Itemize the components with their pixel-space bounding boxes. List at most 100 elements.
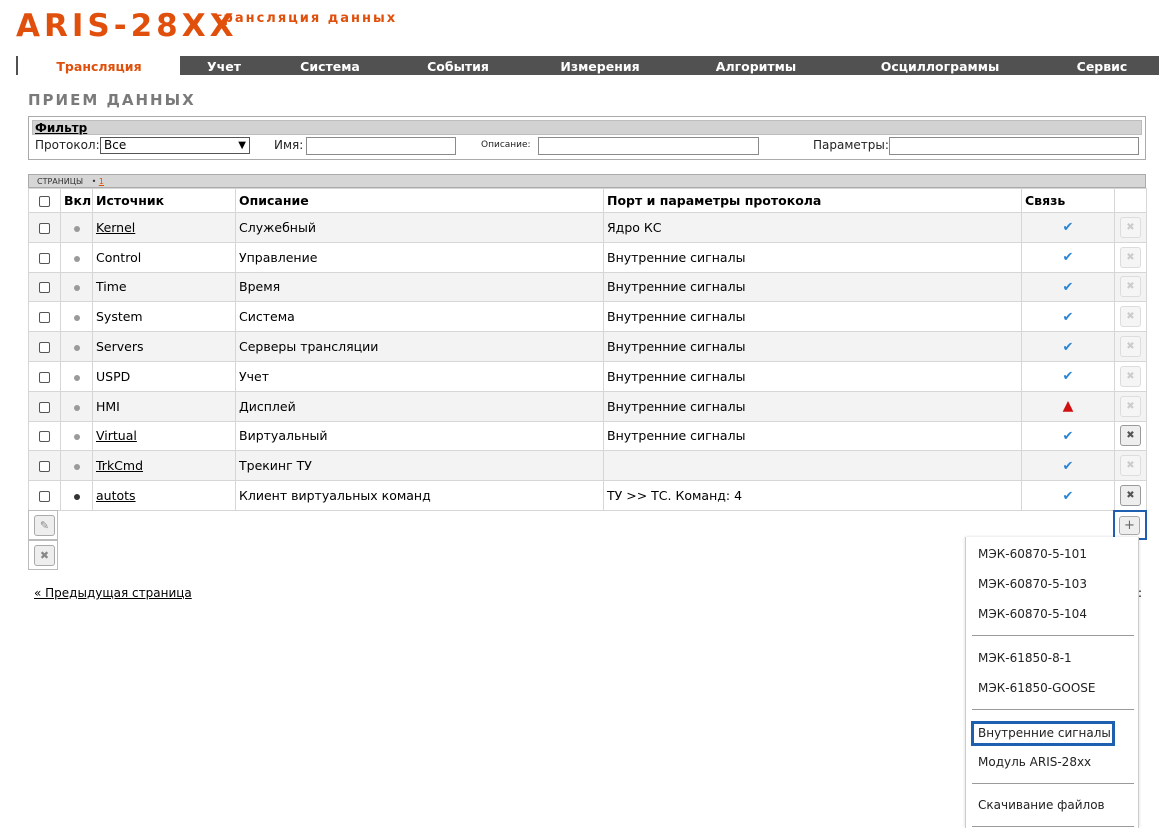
delete-row-button: ✖ — [1120, 306, 1141, 328]
desc-input[interactable] — [538, 137, 759, 155]
add-source-button[interactable]: + — [1119, 516, 1140, 535]
filter-title[interactable]: Фильтр — [35, 121, 87, 135]
page-link-1[interactable]: 1 — [99, 177, 104, 186]
row-link-status: ✔ — [1021, 331, 1115, 362]
close-icon: ✖ — [39, 549, 50, 562]
source-name[interactable]: autots — [96, 488, 136, 503]
delete-row-button: ✖ — [1120, 365, 1141, 387]
close-icon: ✖ — [1126, 400, 1135, 412]
add-source-button-frame: + — [1113, 510, 1147, 540]
source-name: Time — [96, 279, 127, 295]
row-source-cell: TrkCmd — [92, 450, 236, 482]
row-action-cell: ✖ — [1114, 331, 1147, 362]
table-body: Kernel Служебный Ядро КС ✔ ✖ Control Управлени… — [28, 212, 1147, 511]
enabled-indicator — [73, 404, 80, 411]
menu-item-iec-101[interactable]: МЭК-60870-5-101 — [978, 547, 1087, 561]
prev-page-link[interactable]: « Предыдущая страница — [34, 586, 192, 600]
protocol-label: Протокол: — [35, 138, 100, 152]
row-port: Внутренние сигналы — [603, 360, 1022, 392]
source-name[interactable]: Virtual — [96, 428, 137, 443]
menu-item-internal-signals[interactable]: Внутренние сигналы — [978, 726, 1111, 740]
row-link-status: ✔ — [1021, 241, 1115, 273]
row-port: Внутренние сигналы — [603, 390, 1022, 422]
nav-tab-system[interactable]: Система — [278, 56, 382, 75]
row-source-cell: System — [92, 301, 236, 333]
row-action-cell: ✖ — [1114, 301, 1147, 333]
menu-item-file-download[interactable]: Скачивание файлов — [978, 798, 1105, 812]
menu-item-iec-103[interactable]: МЭК-60870-5-103 — [978, 577, 1087, 591]
params-input[interactable] — [889, 137, 1139, 155]
delete-row-button[interactable]: ✖ — [1120, 485, 1141, 507]
params-label: Параметры: — [813, 138, 889, 152]
row-action-cell: ✖ — [1114, 360, 1147, 392]
row-source-cell: Servers — [92, 331, 236, 362]
brand-logo: ARIS-28XX — [16, 8, 238, 44]
source-name[interactable]: Kernel — [96, 220, 135, 235]
row-checkbox[interactable] — [39, 491, 50, 503]
chevron-down-icon: ▼ — [238, 140, 246, 151]
enabled-indicator — [73, 285, 80, 292]
menu-item-aris-module[interactable]: Модуль ARIS-28xx — [978, 755, 1091, 769]
select-all-checkbox[interactable] — [39, 196, 50, 207]
name-input[interactable] — [306, 137, 456, 155]
nav-tab-algorithms[interactable]: Алгоритмы — [696, 56, 816, 75]
row-checkbox[interactable] — [39, 282, 50, 294]
table-row: HMI Дисплей Внутренние сигналы ▲ ✖ — [28, 390, 1147, 422]
row-select-cell — [28, 301, 61, 333]
row-description: Дисплей — [235, 390, 604, 422]
source-name[interactable]: TrkCmd — [96, 458, 143, 473]
nav-tab-service[interactable]: Сервис — [1056, 56, 1148, 75]
row-checkbox[interactable] — [39, 401, 50, 413]
row-checkbox[interactable] — [39, 431, 50, 443]
check-icon: ✔ — [1062, 458, 1074, 474]
row-enabled-cell — [60, 271, 93, 303]
row-checkbox[interactable] — [39, 461, 50, 473]
row-select-cell — [28, 450, 61, 482]
row-port: Внутренние сигналы — [603, 301, 1022, 333]
row-checkbox[interactable] — [39, 342, 50, 354]
row-description: Серверы трансляции — [235, 331, 604, 362]
row-checkbox[interactable] — [39, 312, 50, 324]
col-source: Источник — [92, 188, 236, 213]
row-enabled-cell — [60, 241, 93, 273]
row-checkbox[interactable] — [39, 371, 50, 383]
protocol-select[interactable]: Все ▼ — [100, 137, 250, 154]
menu-item-iec-goose[interactable]: МЭК-61850-GOOSE — [978, 681, 1095, 695]
check-icon: ✔ — [1062, 488, 1074, 504]
filter-header[interactable]: Фильтр — [32, 120, 1142, 135]
table-row: Control Управление Внутренние сигналы ✔ ✖ — [28, 241, 1147, 273]
row-link-status: ✔ — [1021, 271, 1115, 303]
delete-selected-button[interactable]: ✖ — [34, 545, 55, 566]
table-row: Kernel Служебный Ядро КС ✔ ✖ — [28, 212, 1147, 243]
row-action-cell: ✖ — [1114, 480, 1147, 511]
menu-item-iec-61850-8-1[interactable]: МЭК-61850-8-1 — [978, 651, 1072, 665]
row-action-cell: ✖ — [1114, 241, 1147, 273]
menu-item-iec-104[interactable]: МЭК-60870-5-104 — [978, 607, 1087, 621]
nav-tab-translation[interactable]: Трансляция — [18, 56, 180, 75]
row-checkbox[interactable] — [39, 252, 50, 264]
row-checkbox[interactable] — [39, 222, 50, 234]
nav-tab-events[interactable]: События — [406, 56, 510, 75]
row-action-cell: ✖ — [1114, 271, 1147, 303]
close-icon: ✖ — [1126, 221, 1135, 233]
row-link-status: ✔ — [1021, 480, 1115, 511]
enabled-indicator — [73, 464, 80, 471]
nav-tab-accounting[interactable]: Учет — [186, 56, 262, 75]
brand-subtitle: трансляция данных — [214, 11, 398, 26]
delete-row-button: ✖ — [1120, 455, 1141, 477]
enabled-indicator — [73, 374, 80, 381]
row-port: Ядро КС — [603, 212, 1022, 243]
col-port: Порт и параметры протокола — [603, 188, 1022, 213]
table-row: System Система Внутренние сигналы ✔ ✖ — [28, 301, 1147, 333]
plus-icon: + — [1124, 518, 1135, 533]
row-enabled-cell — [60, 450, 93, 482]
row-action-cell: ✖ — [1114, 212, 1147, 243]
nav-tab-measurements[interactable]: Измерения — [540, 56, 660, 75]
check-icon: ✔ — [1062, 220, 1074, 236]
nav-tab-oscillograms[interactable]: Осциллограммы — [866, 56, 1014, 75]
edit-button-cell: ✎ — [28, 510, 58, 540]
delete-row-button[interactable]: ✖ — [1120, 425, 1141, 447]
select-all-cell — [28, 188, 61, 213]
edit-button[interactable]: ✎ — [34, 515, 55, 536]
col-enabled: Вкл — [60, 188, 93, 213]
